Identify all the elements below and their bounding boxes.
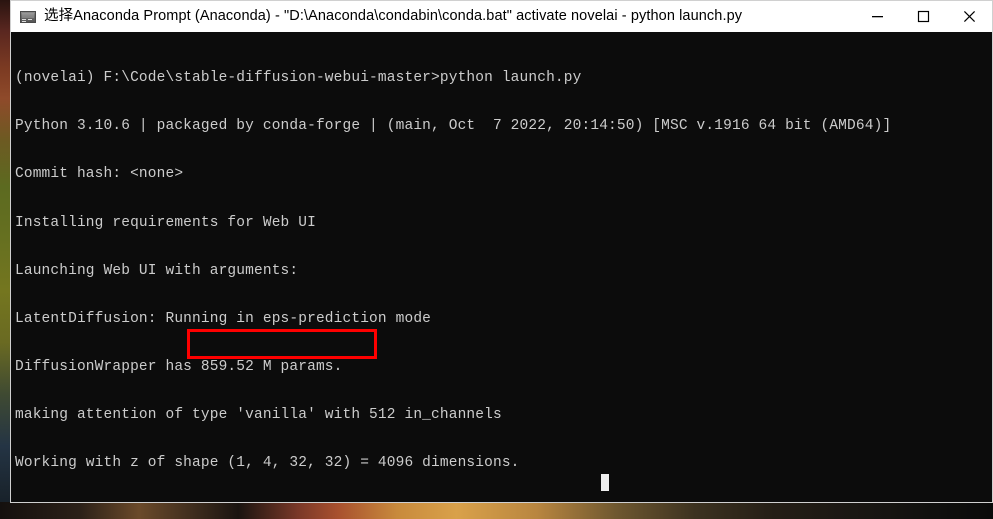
- console-line: Launching Web UI with arguments:: [15, 262, 299, 279]
- minimize-button[interactable]: [854, 1, 900, 32]
- maximize-button[interactable]: [900, 1, 946, 32]
- console-output-area[interactable]: (novelai) F:\Code\stable-diffusion-webui…: [11, 32, 992, 502]
- console-line: Commit hash: <none>: [15, 166, 184, 183]
- console-line: DiffusionWrapper has 859.52 M params.: [15, 358, 343, 375]
- close-button[interactable]: [946, 1, 992, 32]
- local-url-highlight-box: [187, 329, 377, 359]
- console-line: Installing requirements for Web UI: [15, 214, 316, 231]
- window-titlebar[interactable]: 选择Anaconda Prompt (Anaconda) - "D:\Anaco…: [11, 1, 992, 32]
- block-cursor: [601, 474, 609, 491]
- minimize-icon: [871, 16, 883, 18]
- console-line: making attention of type 'vanilla' with …: [15, 407, 502, 424]
- console-line: Working with z of shape (1, 4, 32, 32) =…: [15, 455, 520, 472]
- maximize-icon: [917, 10, 929, 23]
- console-text: (novelai) F:\Code\stable-diffusion-webui…: [11, 32, 992, 502]
- console-line: Python 3.10.6 | packaged by conda-forge …: [15, 118, 892, 135]
- console-line: LatentDiffusion: Running in eps-predicti…: [15, 310, 432, 327]
- anaconda-prompt-window: 选择Anaconda Prompt (Anaconda) - "D:\Anaco…: [10, 0, 993, 503]
- console-icon: [20, 9, 36, 25]
- window-title: 选择Anaconda Prompt (Anaconda) - "D:\Anaco…: [44, 8, 743, 24]
- desktop-wallpaper-bottom: [0, 502, 993, 519]
- console-line: (novelai) F:\Code\stable-diffusion-webui…: [15, 70, 582, 87]
- close-icon: [963, 10, 975, 23]
- window-controls: [854, 1, 992, 32]
